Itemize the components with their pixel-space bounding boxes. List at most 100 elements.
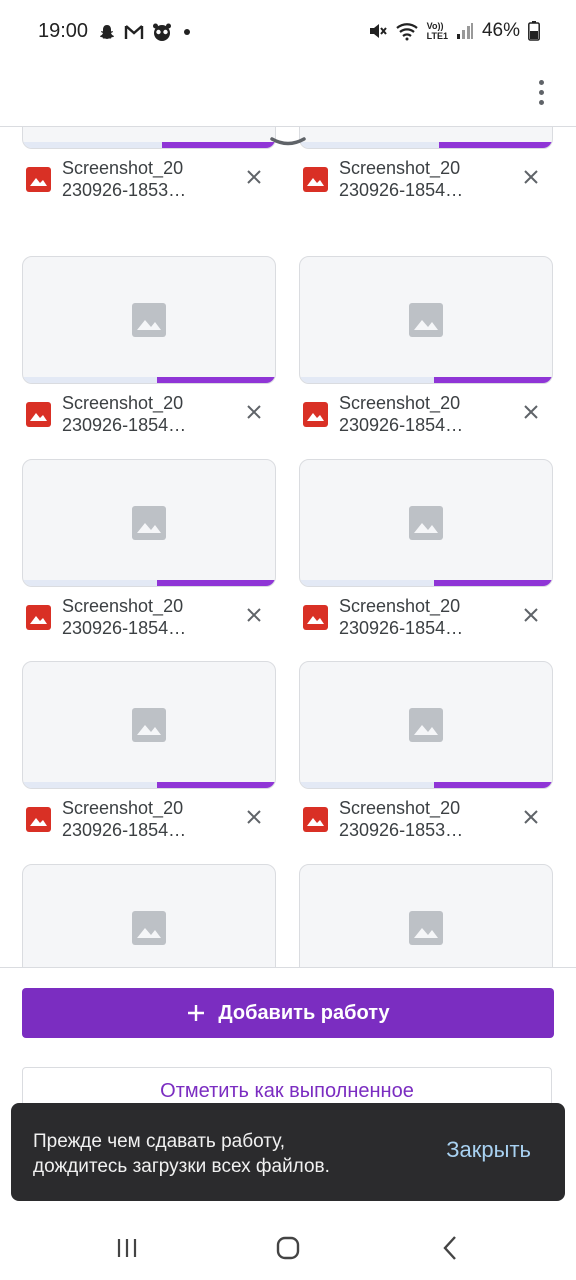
image-file-icon xyxy=(303,167,328,192)
image-placeholder-icon xyxy=(132,708,166,742)
image-file-icon xyxy=(303,605,328,630)
image-placeholder-icon xyxy=(132,911,166,945)
status-bar: 19:00 Vo)) LTE1 46% xyxy=(0,0,576,64)
upload-progress-fill xyxy=(161,142,275,148)
attachment-thumbnail[interactable] xyxy=(22,127,276,149)
attachment-thumbnail[interactable] xyxy=(22,864,276,967)
back-button[interactable] xyxy=(430,1232,470,1264)
attachment-card[interactable] xyxy=(299,864,553,967)
attachment-filename: Screenshot_20 230926-1854… xyxy=(62,798,187,840)
attachment-card[interactable]: Screenshot_20 230926-1854… xyxy=(299,127,553,211)
signal-icon xyxy=(456,23,473,39)
home-button[interactable] xyxy=(268,1232,308,1264)
attachment-thumbnail[interactable] xyxy=(299,459,553,587)
image-file-icon xyxy=(26,605,51,630)
remove-attachment-icon[interactable] xyxy=(242,400,266,424)
snapchat-icon xyxy=(100,25,114,39)
attachment-card[interactable]: Screenshot_20 230926-1854… xyxy=(22,661,276,851)
attachment-info: Screenshot_20 230926-1854… xyxy=(22,789,276,851)
upload-progress-bar xyxy=(23,142,275,148)
add-work-label: Добавить работу xyxy=(218,1001,390,1024)
attachment-filename: Screenshot_20 230926-1853… xyxy=(62,158,187,200)
notification-icons xyxy=(98,22,194,42)
attachment-filename: Screenshot_20 230926-1853… xyxy=(339,798,464,840)
upload-progress-fill xyxy=(433,580,552,586)
upload-progress-fill xyxy=(438,142,552,148)
attachment-thumbnail[interactable] xyxy=(299,864,553,967)
plus-icon xyxy=(188,1005,205,1021)
upload-progress-bar xyxy=(300,580,552,586)
upload-progress-fill xyxy=(433,782,552,788)
panda-app-icon xyxy=(153,23,171,41)
upload-progress-fill xyxy=(156,580,275,586)
add-work-button[interactable]: Добавить работу xyxy=(22,988,554,1038)
mark-as-done-label: Отметить как выполненное xyxy=(160,1080,414,1102)
upload-progress-bar xyxy=(300,377,552,383)
attachment-card[interactable]: Screenshot_20 230926-1854… xyxy=(22,256,276,446)
upload-progress-bar xyxy=(300,782,552,788)
attachment-thumbnail[interactable] xyxy=(22,459,276,587)
image-file-icon xyxy=(26,402,51,427)
attachment-filename: Screenshot_20 230926-1854… xyxy=(339,393,464,435)
image-placeholder-icon xyxy=(132,303,166,337)
upload-progress-bar xyxy=(23,782,275,788)
image-placeholder-icon xyxy=(409,506,443,540)
attachment-info: Screenshot_20 230926-1854… xyxy=(22,384,276,446)
remove-attachment-icon[interactable] xyxy=(519,400,543,424)
image-placeholder-icon xyxy=(132,506,166,540)
remove-attachment-icon[interactable] xyxy=(519,165,543,189)
attachment-info: Screenshot_20 230926-1853… xyxy=(299,789,553,851)
gmail-icon xyxy=(124,25,144,39)
remove-attachment-icon[interactable] xyxy=(242,603,266,627)
battery-percent: 46% xyxy=(481,20,520,41)
upload-progress-bar xyxy=(23,580,275,586)
attachment-filename: Screenshot_20 230926-1854… xyxy=(62,393,187,435)
attachment-thumbnail[interactable] xyxy=(22,256,276,384)
attachment-thumbnail[interactable] xyxy=(22,661,276,789)
remove-attachment-icon[interactable] xyxy=(242,805,266,829)
battery-icon xyxy=(528,21,540,41)
attachment-thumbnail[interactable] xyxy=(299,256,553,384)
snackbar-message: Прежде чем сдавать работу, дождитесь заг… xyxy=(33,1131,330,1177)
attachment-filename: Screenshot_20 230926-1854… xyxy=(62,596,187,638)
system-icons: Vo)) LTE1 46% xyxy=(367,20,540,42)
attachment-info: Screenshot_20 230926-1854… xyxy=(22,587,276,649)
image-file-icon xyxy=(26,807,51,832)
attachment-card[interactable] xyxy=(22,864,276,967)
recents-icon xyxy=(117,1239,137,1257)
wifi-icon xyxy=(395,23,418,41)
upload-progress-fill xyxy=(156,377,275,383)
image-file-icon xyxy=(303,807,328,832)
recents-button[interactable] xyxy=(107,1232,147,1264)
upload-progress-fill xyxy=(156,782,275,788)
status-time: 19:00 xyxy=(38,20,89,42)
remove-attachment-icon[interactable] xyxy=(519,603,543,627)
snackbar: Прежде чем сдавать работу, дождитесь заг… xyxy=(11,1103,565,1201)
attachment-thumbnail[interactable] xyxy=(299,127,553,149)
image-file-icon xyxy=(26,167,51,192)
attachment-card[interactable]: Screenshot_20 230926-1853… xyxy=(22,127,276,211)
attachment-info: Screenshot_20 230926-1854… xyxy=(299,587,553,649)
back-icon xyxy=(443,1236,456,1260)
app-bar xyxy=(0,64,576,127)
attachment-info: Screenshot_20 230926-1854… xyxy=(299,149,553,211)
attachment-card[interactable]: Screenshot_20 230926-1854… xyxy=(299,256,553,446)
attachment-thumbnail[interactable] xyxy=(299,661,553,789)
image-placeholder-icon xyxy=(409,303,443,337)
more-options-button[interactable] xyxy=(526,72,556,112)
dot-icon xyxy=(184,29,190,35)
attachment-filename: Screenshot_20 230926-1854… xyxy=(339,596,464,638)
remove-attachment-icon[interactable] xyxy=(242,165,266,189)
attachment-card[interactable]: Screenshot_20 230926-1853… xyxy=(299,661,553,851)
upload-progress-bar xyxy=(23,377,275,383)
mute-icon xyxy=(369,24,387,38)
image-file-icon xyxy=(303,402,328,427)
sheet-collapse-chevron-icon[interactable] xyxy=(270,136,306,150)
attachment-card[interactable]: Screenshot_20 230926-1854… xyxy=(299,459,553,649)
attachment-card[interactable]: Screenshot_20 230926-1854… xyxy=(22,459,276,649)
remove-attachment-icon[interactable] xyxy=(519,805,543,829)
attachment-info: Screenshot_20 230926-1853… xyxy=(22,149,276,211)
home-icon xyxy=(276,1236,300,1260)
attachments-grid[interactable]: Screenshot_20 230926-1853… Screenshot_20 … xyxy=(0,127,576,967)
snackbar-close-button[interactable]: Закрыть xyxy=(446,1137,531,1163)
